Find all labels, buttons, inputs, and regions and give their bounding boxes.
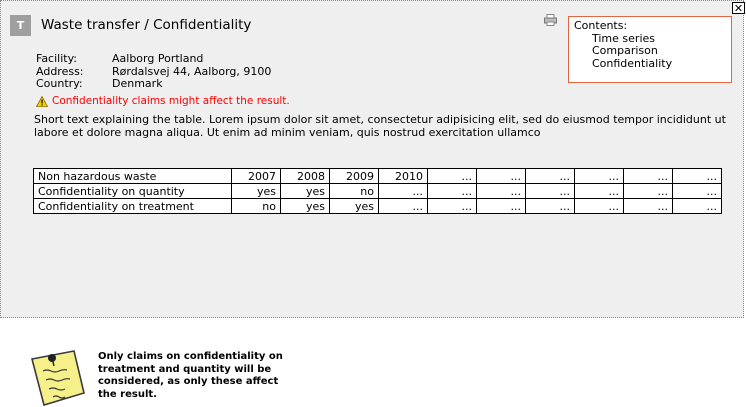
country-value: Denmark: [112, 77, 163, 90]
contents-heading: Contents:: [574, 19, 628, 32]
table-cell: ...: [574, 198, 624, 214]
close-button[interactable]: ✕: [732, 2, 745, 14]
type-badge: T: [10, 15, 31, 36]
table-cell: ...: [476, 183, 526, 199]
table-header-cell: 2009: [329, 168, 379, 184]
table-cell: ...: [623, 183, 673, 199]
table-cell: Confidentiality on treatment: [33, 198, 232, 214]
table-cell: ...: [476, 198, 526, 214]
table-cell: ...: [672, 183, 722, 199]
table-header-cell: 2008: [280, 168, 330, 184]
warning-message: Confidentiality claims might affect the …: [36, 95, 290, 107]
table-header-cell: ...: [623, 168, 673, 184]
country-label: Country:: [36, 77, 83, 90]
table-row: Confidentiality on quantity yes yes no .…: [33, 183, 722, 199]
table-cell: ...: [672, 198, 722, 214]
table-cell: yes: [231, 183, 281, 199]
table-cell: yes: [329, 198, 379, 214]
table-cell: ...: [427, 198, 477, 214]
table-header-row: Non hazardous waste 2007 2008 2009 2010 …: [33, 168, 722, 184]
table-cell: no: [329, 183, 379, 199]
table-cell: Confidentiality on quantity: [33, 183, 232, 199]
table-cell: ...: [525, 198, 575, 214]
print-icon[interactable]: [544, 14, 557, 26]
table-header-cell: ...: [427, 168, 477, 184]
table-header-cell: ...: [672, 168, 722, 184]
page-title: Waste transfer / Confidentiality: [41, 17, 252, 33]
table-cell: yes: [280, 183, 330, 199]
facility-label: Facility:: [36, 52, 78, 65]
warning-icon: [36, 95, 48, 107]
table-header-cell: 2007: [231, 168, 281, 184]
description-text: Short text explaining the table. Lorem i…: [34, 113, 726, 139]
table-cell: no: [231, 198, 281, 214]
confidentiality-table: Non hazardous waste 2007 2008 2009 2010 …: [33, 168, 722, 214]
facility-details: Facility: Aalborg Portland Address: Rørd…: [36, 52, 271, 91]
contents-box: Contents: Time series Comparison Confide…: [568, 16, 732, 83]
table-cell: yes: [280, 198, 330, 214]
warning-text: Confidentiality claims might affect the …: [52, 95, 290, 107]
country-row: Country: Denmark: [36, 77, 271, 91]
contents-link-confidentiality[interactable]: Confidentiality: [574, 57, 731, 71]
table-cell: ...: [378, 183, 428, 199]
table-header-cell: ...: [476, 168, 526, 184]
table-header-cell: ...: [525, 168, 575, 184]
table-header-cell: ...: [574, 168, 624, 184]
table-cell: ...: [427, 183, 477, 199]
facility-row: Facility: Aalborg Portland: [36, 52, 271, 66]
table-header-cell: Non hazardous waste: [33, 168, 232, 184]
sticky-note-icon: [31, 350, 85, 407]
dialog-panel: ✕ T Waste transfer / Confidentiality Con…: [0, 0, 745, 318]
table-cell: ...: [623, 198, 673, 214]
facility-value: Aalborg Portland: [112, 52, 204, 65]
table-header-cell: 2010: [378, 168, 428, 184]
table-cell: ...: [525, 183, 575, 199]
table-cell: ...: [378, 198, 428, 214]
table-row: Confidentiality on treatment no yes yes …: [33, 198, 722, 214]
contents-link-comparison[interactable]: Comparison: [574, 44, 731, 58]
table-cell: ...: [574, 183, 624, 199]
note-text: Only claims on confidentiality on treatm…: [98, 351, 283, 400]
